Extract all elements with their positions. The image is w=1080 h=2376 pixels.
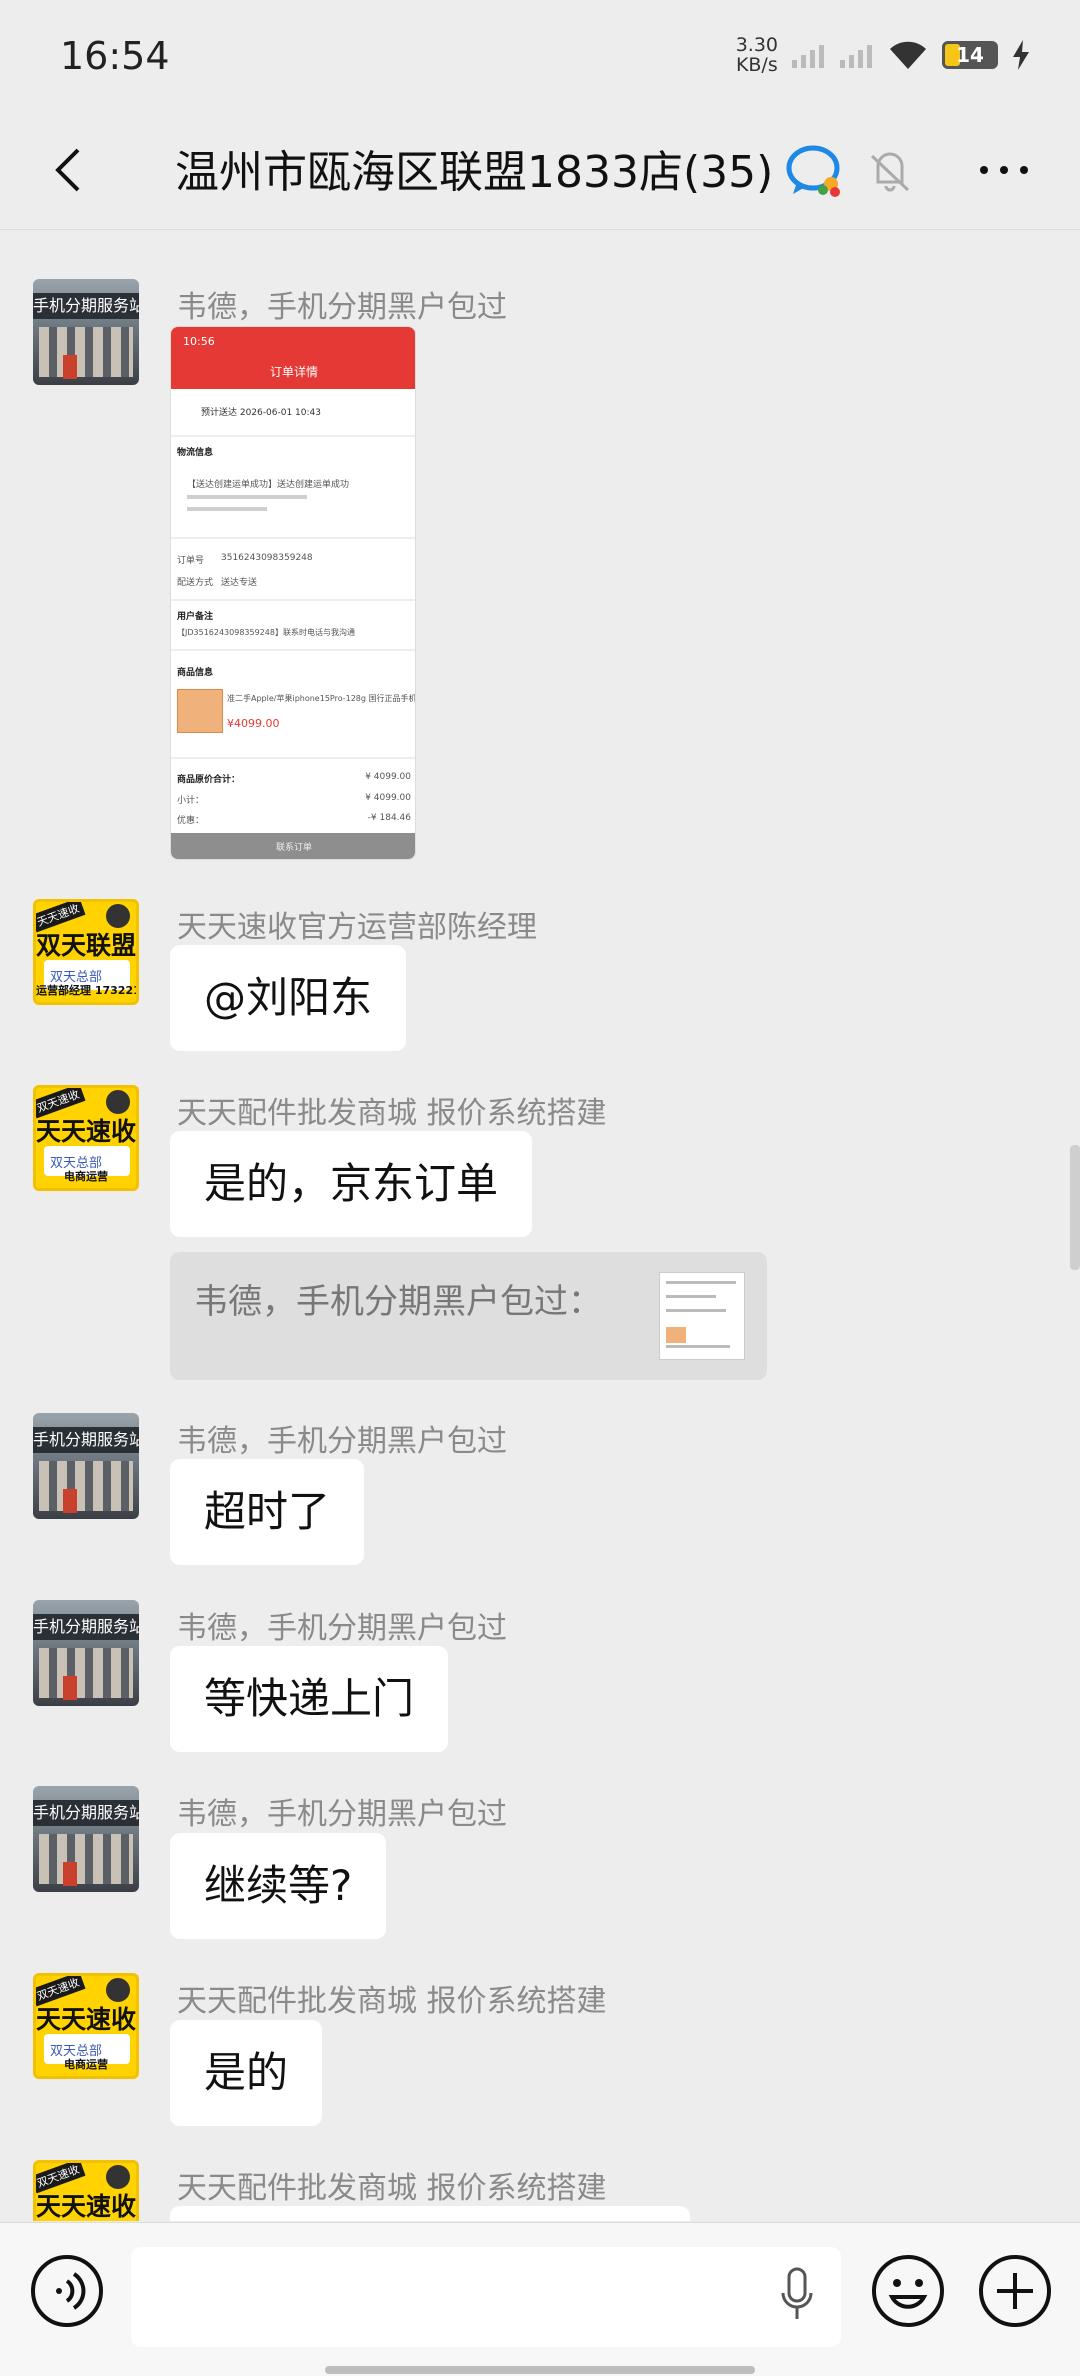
avatar[interactable]: 双天速收 天天速收 双天总部 电商运营	[33, 2160, 139, 2221]
avatar[interactable]: 手机分期服务站	[33, 1413, 139, 1519]
product-thumbnail	[177, 689, 223, 733]
sender-name: 韦德，手机分期黑户包过	[177, 1424, 507, 1459]
avatar[interactable]: 天天速收 双天联盟 双天总部 运营部经理 17322151850	[33, 899, 139, 1005]
sender-name: 韦德，手机分期黑户包过	[177, 290, 507, 325]
avatar[interactable]: 双天速收 天天速收 双天总部 电商运营	[33, 1973, 139, 2079]
quoted-message[interactable]: 韦德，手机分期黑户包过：	[170, 1252, 767, 1380]
quote-thumbnail	[659, 1272, 745, 1360]
text-message[interactable]: @刘阳东	[170, 945, 407, 1051]
signal-icon	[792, 45, 824, 68]
text-message[interactable]: 继续等?	[170, 1833, 387, 1939]
home-indicator[interactable]	[325, 2366, 755, 2374]
scrollbar[interactable]	[1070, 1145, 1080, 1270]
group-chat-icon[interactable]	[783, 138, 847, 202]
chat-header: 温州市瓯海区联盟1833店(35)	[0, 110, 1080, 230]
signal-icon-2	[840, 45, 872, 68]
text-message[interactable]	[170, 2206, 690, 2221]
plus-icon[interactable]	[977, 2253, 1053, 2329]
battery-icon: 14	[942, 41, 998, 69]
chat-title: 温州市瓯海区联盟1833店(35)	[175, 147, 774, 198]
status-time: 16:54	[60, 34, 170, 78]
avatar[interactable]: 手机分期服务站	[33, 1600, 139, 1706]
message-input[interactable]	[131, 2247, 841, 2347]
charging-icon	[1013, 40, 1029, 70]
emoji-icon[interactable]	[870, 2253, 946, 2329]
text-message[interactable]: 等快递上门	[170, 1646, 449, 1752]
text-message[interactable]: 超时了	[170, 1459, 365, 1565]
avatar[interactable]: 手机分期服务站	[33, 1786, 139, 1892]
text-message[interactable]: 是的，京东订单	[170, 1131, 533, 1237]
image-message[interactable]: 10:56 订单详情 预计送达 2026-06-01 10:43 物流信息 【送…	[170, 326, 416, 860]
message-list[interactable]: 手机分期服务站 韦德，手机分期黑户包过 10:56 订单详情 预计送达 2026…	[0, 231, 1080, 2221]
voice-input-icon[interactable]	[29, 2253, 105, 2329]
mute-bell-icon	[870, 152, 910, 192]
input-bar	[0, 2222, 1080, 2376]
avatar[interactable]: 手机分期服务站	[33, 279, 139, 385]
sender-name: 天天配件批发商城 报价系统搭建	[177, 2171, 607, 2206]
wifi-icon	[890, 41, 926, 69]
back-arrow-icon[interactable]	[40, 140, 100, 200]
avatar[interactable]: 双天速收 天天速收 双天总部 电商运营	[33, 1085, 139, 1191]
sender-name: 韦德，手机分期黑户包过	[177, 1797, 507, 1832]
text-message[interactable]: 是的	[170, 2020, 323, 2126]
microphone-icon[interactable]	[777, 2265, 817, 2325]
network-speed: 3.30 KB/s	[735, 34, 778, 76]
status-icons: 3.30 KB/s 14	[736, 30, 1030, 80]
sender-name: 天天速收官方运营部陈经理	[177, 910, 537, 945]
more-options-icon[interactable]	[972, 138, 1036, 202]
sender-name: 韦德，手机分期黑户包过	[177, 1611, 507, 1646]
sender-name: 天天配件批发商城 报价系统搭建	[177, 1984, 607, 2019]
sender-name: 天天配件批发商城 报价系统搭建	[177, 1096, 607, 1131]
status-bar: 16:54 3.30 KB/s 14	[0, 0, 1080, 110]
